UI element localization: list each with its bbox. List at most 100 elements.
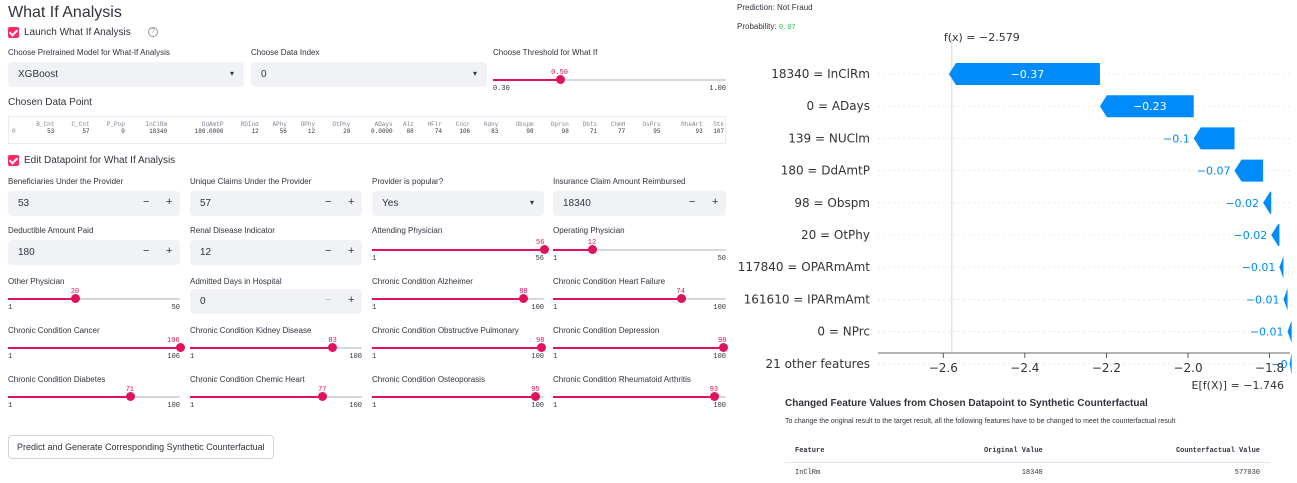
datapoint-table: B_Cnt C_Cnt P_Pop InClRm DdAmtP RDInd APhy OPhy… — [12, 121, 724, 135]
slider-handle[interactable] — [125, 392, 135, 401]
unique-claims-input[interactable]: 57 − + — [190, 191, 362, 216]
predict-button[interactable]: Predict and Generate Corresponding Synth… — [8, 435, 274, 459]
rheum-slider[interactable]: 93 1 100 — [553, 386, 726, 410]
slider-handle[interactable] — [318, 392, 328, 401]
model-select[interactable]: XGBoost ▾ — [8, 62, 244, 87]
slider-track[interactable] — [493, 75, 726, 84]
depr-slider[interactable]: 98 1 100 — [553, 337, 728, 361]
insurance-input[interactable]: 18340 − + — [553, 191, 726, 216]
pulm-slider[interactable]: 98 1 100 — [372, 337, 546, 361]
other-slider[interactable]: 20 1 50 — [8, 288, 180, 312]
column-header: APhy — [272, 121, 287, 128]
increment-button[interactable]: + — [348, 196, 354, 208]
cancer-label: Chronic Condition Cancer — [8, 326, 100, 335]
column-header: HFlr — [427, 121, 442, 128]
popular-value: Yes — [382, 198, 399, 209]
index-select[interactable]: 0 ▾ — [251, 62, 487, 87]
deductible-input[interactable]: 180 − + — [8, 240, 180, 265]
slider-handle[interactable] — [587, 245, 597, 254]
slider-handle[interactable] — [555, 75, 565, 84]
slider-min: 1 — [553, 353, 558, 361]
decrement-button[interactable]: − — [325, 196, 331, 208]
slider-handle[interactable] — [70, 294, 80, 303]
bar-value-label: −0.1 — [1163, 132, 1190, 145]
admitted-input[interactable]: 0 − + — [190, 289, 362, 314]
slider-min: 1 — [553, 255, 558, 263]
slider-max: 100 — [531, 304, 544, 312]
increment-button[interactable]: + — [348, 294, 354, 306]
decrement-button[interactable]: − — [325, 245, 331, 257]
kidney-slider[interactable]: 83 1 100 — [190, 337, 362, 361]
slider-min: 1 — [372, 353, 377, 361]
index-value: 0 — [261, 69, 267, 80]
slider-handle[interactable] — [536, 343, 546, 352]
decrement-button[interactable]: − — [325, 294, 331, 306]
chemic-slider[interactable]: 77 1 100 — [190, 386, 362, 410]
osteo-slider[interactable]: 95 1 100 — [372, 386, 544, 410]
edit-checkbox[interactable] — [8, 155, 19, 166]
slider-track[interactable] — [8, 392, 180, 401]
increment-button[interactable]: + — [712, 196, 718, 208]
slider-handle[interactable] — [676, 294, 686, 303]
renal-input[interactable]: 12 − + — [190, 240, 362, 265]
slider-handle[interactable] — [176, 343, 185, 352]
model-label: Choose Pretrained Model for What-If Anal… — [8, 48, 170, 57]
diab-slider[interactable]: 71 1 100 — [8, 386, 180, 410]
slider-min: 1 — [553, 402, 558, 410]
slider-track[interactable] — [372, 343, 546, 352]
threshold-slider[interactable]: 0.50 0.30 1.00 — [493, 69, 726, 93]
decrement-button[interactable]: − — [143, 196, 149, 208]
feature-label: 18340 = InClRm — [771, 67, 870, 81]
popular-select[interactable]: Yes ▾ — [372, 191, 544, 216]
column-header — [12, 121, 19, 128]
feature-label: 161610 = IPARmAmt — [744, 292, 871, 306]
heart-slider[interactable]: 74 1 100 — [553, 288, 726, 312]
slider-track[interactable] — [190, 343, 362, 352]
admitted-label: Admitted Days in Hospital — [190, 277, 282, 286]
pulm-label: Chronic Condition Obstructive Pulmonary — [372, 326, 519, 335]
table-cell: 18340 — [149, 128, 168, 135]
chevron-down-icon: ▾ — [529, 198, 534, 207]
slider-handle[interactable] — [709, 392, 719, 401]
alz-slider[interactable]: 88 1 100 — [372, 288, 544, 312]
slider-track[interactable] — [553, 392, 726, 401]
slider-handle[interactable] — [531, 392, 541, 401]
slider-min: 1 — [8, 304, 13, 312]
table-cell: 71 — [589, 128, 598, 135]
slider-track[interactable] — [8, 343, 185, 352]
launch-checkbox[interactable] — [8, 27, 19, 38]
slider-handle[interactable] — [519, 294, 529, 303]
feature-label: 0 = ADays — [807, 99, 870, 113]
slider-handle[interactable] — [328, 343, 338, 352]
renal-value: 12 — [200, 247, 212, 258]
slider-track[interactable] — [553, 245, 726, 254]
cell-feature: InClRm — [785, 462, 889, 483]
increment-button[interactable]: + — [348, 245, 354, 257]
slider-track[interactable] — [372, 392, 544, 401]
slider-handle[interactable] — [540, 245, 549, 254]
slider-handle[interactable] — [718, 343, 728, 352]
help-icon[interactable]: ? — [148, 27, 158, 37]
slider-track[interactable] — [190, 392, 362, 401]
increment-button[interactable]: + — [166, 245, 172, 257]
cancer-slider[interactable]: 106 1 106 — [8, 337, 185, 361]
slider-fill — [8, 347, 180, 349]
bar-value-label: −0.01 — [1242, 261, 1276, 274]
beneficiaries-value: 53 — [18, 198, 30, 209]
table-cell: 56 — [279, 128, 287, 135]
decrement-button[interactable]: − — [689, 196, 695, 208]
operating-slider[interactable]: 12 1 50 — [553, 239, 726, 263]
slider-track[interactable] — [553, 343, 728, 352]
slider-track[interactable] — [372, 245, 549, 254]
slider-track[interactable] — [8, 294, 180, 303]
beneficiaries-input[interactable]: 53 − + — [8, 191, 180, 216]
slider-track[interactable] — [372, 294, 544, 303]
slider-fill — [553, 298, 681, 300]
attending-slider[interactable]: 56 1 56 — [372, 239, 549, 263]
column-header: Obspm — [515, 121, 534, 128]
decrement-button[interactable]: − — [143, 245, 149, 257]
table-cell: 107 — [713, 128, 724, 135]
increment-button[interactable]: + — [166, 196, 172, 208]
table-cell: 88 — [406, 128, 414, 135]
slider-track[interactable] — [553, 294, 726, 303]
